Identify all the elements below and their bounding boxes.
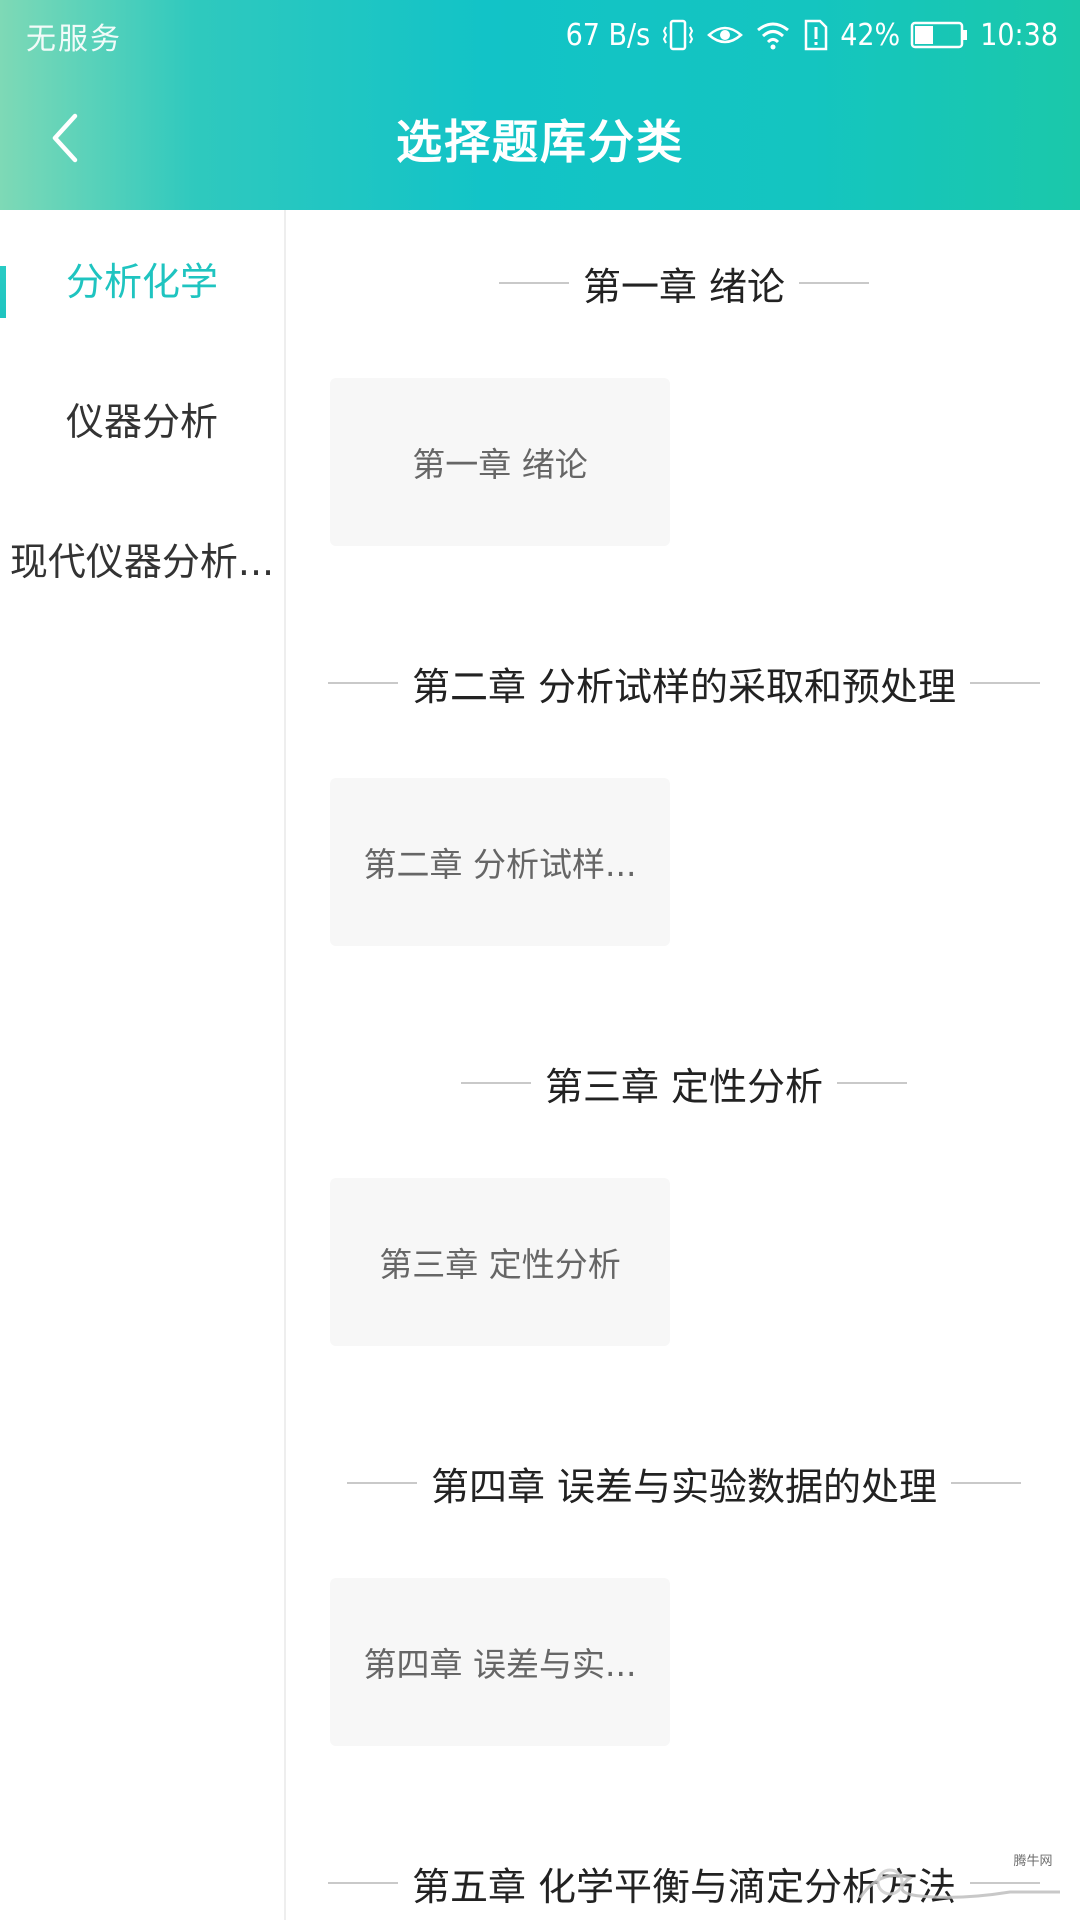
sidebar-item-label: 现代仪器分析... xyxy=(9,539,275,584)
chapter-card[interactable]: 第四章 误差与实... xyxy=(330,1578,670,1746)
sidebar-item-modern-instrumental-analysis[interactable]: 现代仪器分析... xyxy=(0,508,284,608)
active-indicator xyxy=(0,266,6,318)
chapter-card-label: 第四章 误差与实... xyxy=(363,1645,637,1684)
sidebar-item-instrumental-analysis[interactable]: 仪器分析 xyxy=(0,368,284,468)
app-header: 无服务 67 B/s 42% 10:38 选择题库分类 xyxy=(0,0,1080,210)
chapter-list[interactable]: 第一章 绪论 第一章 绪论 第二章 分析试样的采取和预处理 第二章 分析试样..… xyxy=(288,210,1080,1920)
status-bar: 无服务 67 B/s 42% 10:38 xyxy=(0,0,1080,70)
divider-left xyxy=(498,282,569,284)
chapter-card-label: 第三章 定性分析 xyxy=(379,1245,621,1284)
watermark-text: 腾牛网 xyxy=(1013,1853,1052,1869)
sim-alert-icon xyxy=(802,17,830,53)
watermark-logo: 腾牛网 xyxy=(850,1848,1070,1908)
battery-percent: 42% xyxy=(840,17,901,53)
divider-left xyxy=(460,1082,531,1084)
chapter-card[interactable]: 第二章 分析试样... xyxy=(330,778,670,946)
category-sidebar: 分析化学 仪器分析 现代仪器分析... xyxy=(0,210,286,1920)
section-title: 第四章 误差与实验数据的处理 xyxy=(430,1464,938,1509)
section-title: 第一章 绪论 xyxy=(582,264,786,309)
sidebar-item-label: 分析化学 xyxy=(65,259,218,304)
divider-right xyxy=(799,282,870,284)
divider-left xyxy=(327,682,398,684)
sidebar-item-analytical-chemistry[interactable]: 分析化学 xyxy=(0,228,284,328)
page-title: 选择题库分类 xyxy=(396,115,684,169)
battery-icon xyxy=(910,19,970,51)
divider-right xyxy=(970,682,1041,684)
status-indicators: 67 B/s 42% 10:38 xyxy=(566,14,1058,56)
chapter-card-label: 第一章 绪论 xyxy=(412,445,588,484)
section-title: 第二章 分析试样的采取和预处理 xyxy=(411,664,957,709)
eye-icon xyxy=(706,17,744,53)
sidebar-item-label: 仪器分析 xyxy=(65,399,218,444)
section-heading: 第四章 误差与实验数据的处理 xyxy=(288,1448,1080,1518)
divider-right xyxy=(951,1482,1022,1484)
wifi-icon xyxy=(754,17,792,53)
divider-left xyxy=(327,1882,398,1884)
carrier-label: 无服务 xyxy=(26,22,122,57)
section-heading: 第三章 定性分析 xyxy=(288,1048,1080,1118)
net-speed: 67 B/s xyxy=(565,17,651,53)
vibrate-icon xyxy=(660,17,696,53)
divider-right xyxy=(837,1082,908,1084)
section-heading: 第二章 分析试样的采取和预处理 xyxy=(288,648,1080,718)
divider-left xyxy=(346,1482,417,1484)
section-title: 第三章 定性分析 xyxy=(544,1064,824,1109)
clock: 10:38 xyxy=(980,17,1058,53)
chapter-card[interactable]: 第三章 定性分析 xyxy=(330,1178,670,1346)
chapter-card-label: 第二章 分析试样... xyxy=(363,845,637,884)
section-heading: 第一章 绪论 xyxy=(288,248,1080,318)
title-bar: 选择题库分类 xyxy=(0,70,1080,210)
chapter-card[interactable]: 第一章 绪论 xyxy=(330,378,670,546)
